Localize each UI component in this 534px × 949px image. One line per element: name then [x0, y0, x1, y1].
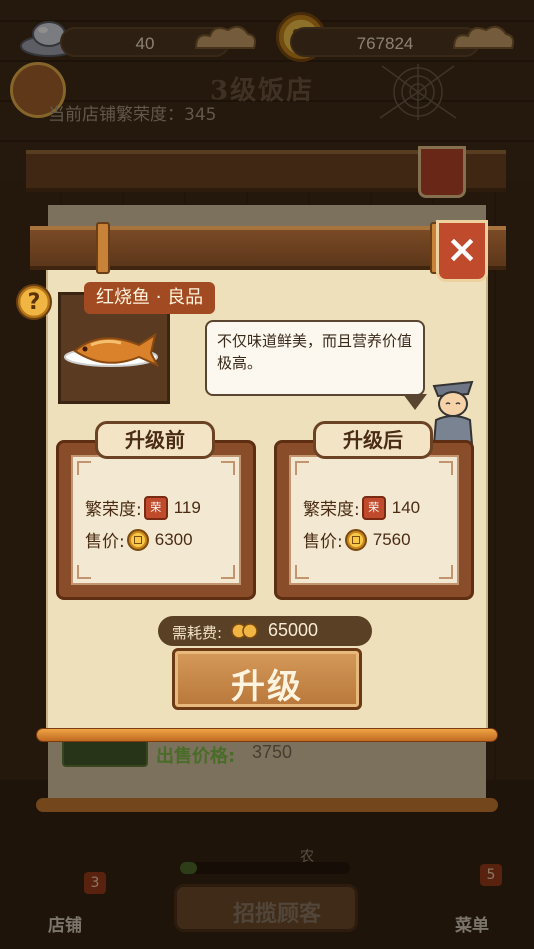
close-button[interactable]: × — [436, 220, 488, 282]
dish-description: 不仅味道鲜美，而且营养价值极高。 — [217, 332, 413, 372]
after-price-value: 7560 — [372, 529, 411, 549]
prosperity-flag-icon: 荣 — [361, 495, 386, 520]
dish-title: 红烧鱼 · 良品 — [84, 282, 216, 314]
corner-ornament — [221, 461, 235, 475]
banner-post — [96, 222, 110, 274]
before-price-value: 6300 — [154, 529, 193, 549]
corner-ornament — [295, 565, 309, 579]
copper-coin-icon — [126, 528, 149, 551]
chef-icon — [432, 380, 474, 444]
corner-ornament — [439, 461, 453, 475]
after-prosperity-row: 繁荣度: 荣 140 — [303, 495, 420, 520]
cost-label: 需耗费: — [172, 624, 223, 642]
corner-ornament — [77, 565, 91, 579]
after-price-label: 售价: — [303, 532, 343, 552]
corner-ornament — [439, 565, 453, 579]
upgrade-cost-bar: 需耗费: 65000 — [158, 616, 372, 646]
before-prosperity-label: 繁荣度: — [85, 500, 142, 520]
before-card-inner: 繁荣度: 荣 119 售价: 6300 — [71, 455, 241, 585]
before-price-label: 售价: — [85, 532, 125, 552]
speech-tail — [403, 394, 427, 410]
corner-ornament — [295, 461, 309, 475]
before-price-row: 售价: 6300 — [85, 527, 193, 552]
cost-value: 65000 — [268, 620, 319, 640]
after-prosperity-value: 140 — [391, 497, 421, 517]
before-upgrade-tab: 升级前 — [95, 421, 215, 459]
corner-ornament — [77, 461, 91, 475]
after-upgrade-card: 繁荣度: 荣 140 售价: 7560 升级后 — [274, 421, 474, 600]
close-icon: × — [446, 227, 478, 271]
corner-ornament — [221, 565, 235, 579]
after-prosperity-label: 繁荣度: — [303, 500, 360, 520]
upgrade-button[interactable]: 升级 — [172, 648, 362, 710]
before-prosperity-value: 119 — [173, 497, 201, 517]
before-upgrade-card: 繁荣度: 荣 119 售价: 6300 升级前 — [56, 421, 256, 600]
chef-speech-bubble: 不仅味道鲜美，而且营养价值极高。 — [205, 320, 427, 410]
prosperity-flag-icon: 荣 — [143, 495, 168, 520]
copper-coin-icon — [344, 528, 367, 551]
upgrade-button-label: 升级 — [231, 667, 303, 707]
after-card-inner: 繁荣度: 荣 140 售价: 7560 — [289, 455, 459, 585]
scroll-bottom-roll — [36, 728, 498, 742]
question-icon: ? — [27, 290, 41, 315]
help-button[interactable]: ? — [16, 284, 52, 320]
after-upgrade-tab: 升级后 — [313, 421, 433, 459]
before-prosperity-row: 繁荣度: 荣 119 — [85, 495, 201, 520]
coin-stack-icon — [231, 623, 258, 639]
after-price-row: 售价: 7560 — [303, 527, 411, 552]
